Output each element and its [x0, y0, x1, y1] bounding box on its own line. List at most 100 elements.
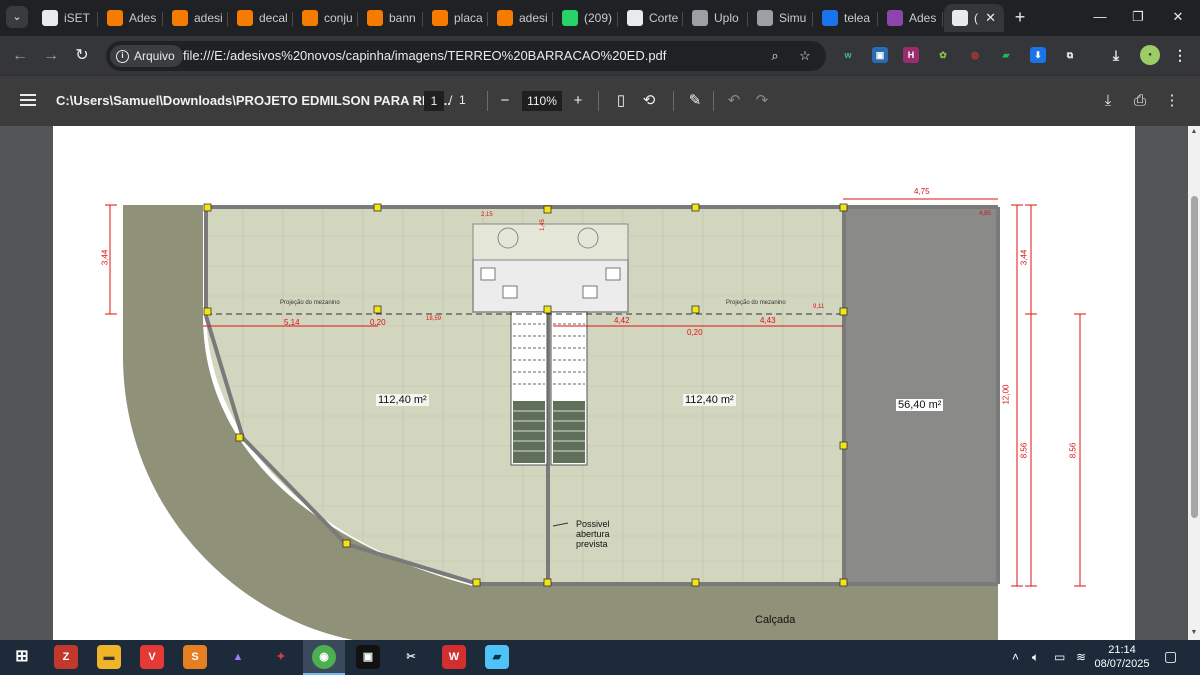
forward-button[interactable]: →	[40, 45, 62, 67]
extension-h-icon[interactable]: H	[903, 47, 919, 63]
tray-chevron-icon[interactable]: ˄	[1012, 650, 1019, 664]
snipping-tool-icon[interactable]: ✂	[399, 645, 423, 669]
browser-tab[interactable]: (✕	[944, 4, 1004, 32]
browser-tab[interactable]: decal	[229, 4, 293, 32]
zoom-in-button[interactable]: +	[567, 90, 589, 112]
url-text[interactable]: file:///E:/adesivos%20novos/capinha/imag…	[183, 48, 666, 63]
tab-label: (	[974, 11, 978, 25]
chatgpt-icon	[627, 10, 643, 26]
pdf-page: 112,40 m² 112,40 m² 56,40 m² Projeção do…	[53, 126, 1135, 640]
extension-save-icon[interactable]: ▣	[872, 47, 888, 63]
dimension-label: 5,14	[284, 318, 300, 327]
battery-icon[interactable]: ▭	[1054, 650, 1065, 664]
chrome-icon[interactable]: ◉	[312, 645, 336, 669]
browser-tab[interactable]: (209)	[554, 4, 618, 32]
extension-target-icon[interactable]: ◎	[967, 47, 983, 63]
extensions-puzzle-icon[interactable]: ⧉	[1062, 47, 1078, 63]
back-button[interactable]: ←	[9, 45, 31, 67]
scrollbar-thumb[interactable]	[1191, 196, 1198, 518]
windows-start-icon[interactable]: ⊞	[10, 645, 34, 669]
rotate-button[interactable]: ⟲	[638, 90, 660, 112]
close-tab-icon[interactable]: ✕	[985, 10, 996, 26]
pdf-viewport[interactable]: 112,40 m² 112,40 m² 56,40 m² Projeção do…	[0, 126, 1200, 640]
redo-button[interactable]: ↷	[751, 90, 773, 112]
notebook-icon[interactable]: ▰	[485, 645, 509, 669]
profile-avatar[interactable]: ●	[1140, 45, 1160, 65]
page-number-input[interactable]: 1	[424, 91, 444, 111]
zoom-level-input[interactable]: 110%	[522, 91, 562, 111]
browser-tab[interactable]: iSET	[34, 4, 98, 32]
extension-chat-icon[interactable]: ▰	[998, 47, 1014, 63]
tab-label: Ades	[129, 11, 157, 25]
system-clock[interactable]: 21:14 08/07/2025	[1094, 643, 1150, 671]
browser-tab[interactable]: bann	[359, 4, 423, 32]
site-icon	[887, 10, 903, 26]
browser-tab[interactable]: placa	[424, 4, 488, 32]
zoom-out-button[interactable]: −	[494, 90, 516, 112]
bathrooms	[472, 258, 629, 313]
annotate-button[interactable]: ✎	[684, 90, 706, 112]
vertical-scrollbar[interactable]: ▲ ▼	[1188, 126, 1200, 640]
divider	[673, 91, 674, 111]
browser-tab[interactable]: Ades	[99, 4, 163, 32]
print-button[interactable]: ⎙	[1129, 90, 1151, 112]
sublime-icon[interactable]: S	[183, 645, 207, 669]
browser-tab[interactable]: telea	[814, 4, 878, 32]
close-window-button[interactable]: ✕	[1158, 6, 1198, 28]
restore-button[interactable]: ❐	[1118, 6, 1158, 28]
browser-tab[interactable]: Corte	[619, 4, 683, 32]
info-icon: i	[116, 49, 129, 63]
extension-download-icon[interactable]: ⬇	[1030, 47, 1046, 63]
address-bar[interactable]: i Arquivo file:///E:/adesivos%20novos/ca…	[106, 41, 826, 71]
notifications-icon[interactable]: ▢	[1164, 648, 1177, 665]
downloads-icon[interactable]: ⤓	[1108, 47, 1124, 63]
browser-tab[interactable]: Simu	[749, 4, 813, 32]
browser-tab[interactable]: adesi	[164, 4, 228, 32]
site-info-chip[interactable]: i Arquivo	[110, 45, 183, 67]
browser-tab[interactable]: Ades	[879, 4, 943, 32]
tab-separator	[877, 12, 878, 26]
app-black-icon[interactable]: ▣	[356, 645, 380, 669]
filezilla-icon[interactable]: Z	[54, 645, 78, 669]
more-actions-button[interactable]: ⋮	[1161, 90, 1183, 112]
minimize-button[interactable]: —	[1080, 6, 1120, 28]
scroll-up-arrow-icon[interactable]: ▲	[1190, 128, 1198, 135]
globe-icon	[757, 10, 773, 26]
tab-label: iSET	[64, 11, 91, 25]
site-icon	[822, 10, 838, 26]
new-tab-button[interactable]: +	[1010, 6, 1030, 28]
extension-w-icon[interactable]: w	[840, 47, 856, 63]
browser-tab[interactable]: adesi	[489, 4, 553, 32]
wps-icon[interactable]: W	[442, 645, 466, 669]
browser-tab[interactable]: conju	[294, 4, 358, 32]
clock-date: 08/07/2025	[1094, 658, 1150, 670]
tab-search-button[interactable]: ⌄	[6, 6, 28, 28]
volume-icon[interactable]: 🔈︎	[1032, 650, 1039, 665]
reload-button[interactable]: ↻	[71, 45, 93, 67]
vivaldi-icon[interactable]: V	[140, 645, 164, 669]
bookmark-star-icon[interactable]: ☆	[796, 47, 814, 65]
download-button[interactable]: ⤓	[1097, 90, 1119, 112]
mezzanine-label-right: Projeção do mezanino	[726, 300, 786, 306]
wifi-icon[interactable]: ≋	[1076, 650, 1086, 664]
extension-puzzle-green-icon[interactable]: ✿	[935, 47, 951, 63]
proton-vpn-icon[interactable]: ▲	[226, 645, 250, 669]
browser-tab[interactable]: Uplo	[684, 4, 748, 32]
zoom-icon[interactable]: ⌕	[766, 47, 784, 65]
sidebar-menu-icon[interactable]	[20, 92, 36, 108]
dimension-label: 3,44	[1019, 249, 1029, 266]
dimension-label: 8,56	[1019, 442, 1029, 459]
undo-button[interactable]: ↶	[723, 90, 745, 112]
opening-note: Possivel abertura prevista	[576, 519, 610, 549]
tab-separator	[357, 12, 358, 26]
dimension-label: 4,75	[914, 187, 930, 196]
tab-label: placa	[454, 11, 483, 25]
tab-label: (209)	[584, 11, 613, 25]
scroll-down-arrow-icon[interactable]: ▼	[1190, 629, 1198, 636]
tab-separator	[162, 12, 163, 26]
file-explorer-icon[interactable]: ▬	[97, 645, 121, 669]
fit-page-button[interactable]: ▯	[610, 90, 632, 112]
app-red-star-icon[interactable]: ✦	[269, 645, 293, 669]
browser-menu-icon[interactable]: ⋮	[1172, 47, 1188, 63]
site-icon	[497, 10, 513, 26]
